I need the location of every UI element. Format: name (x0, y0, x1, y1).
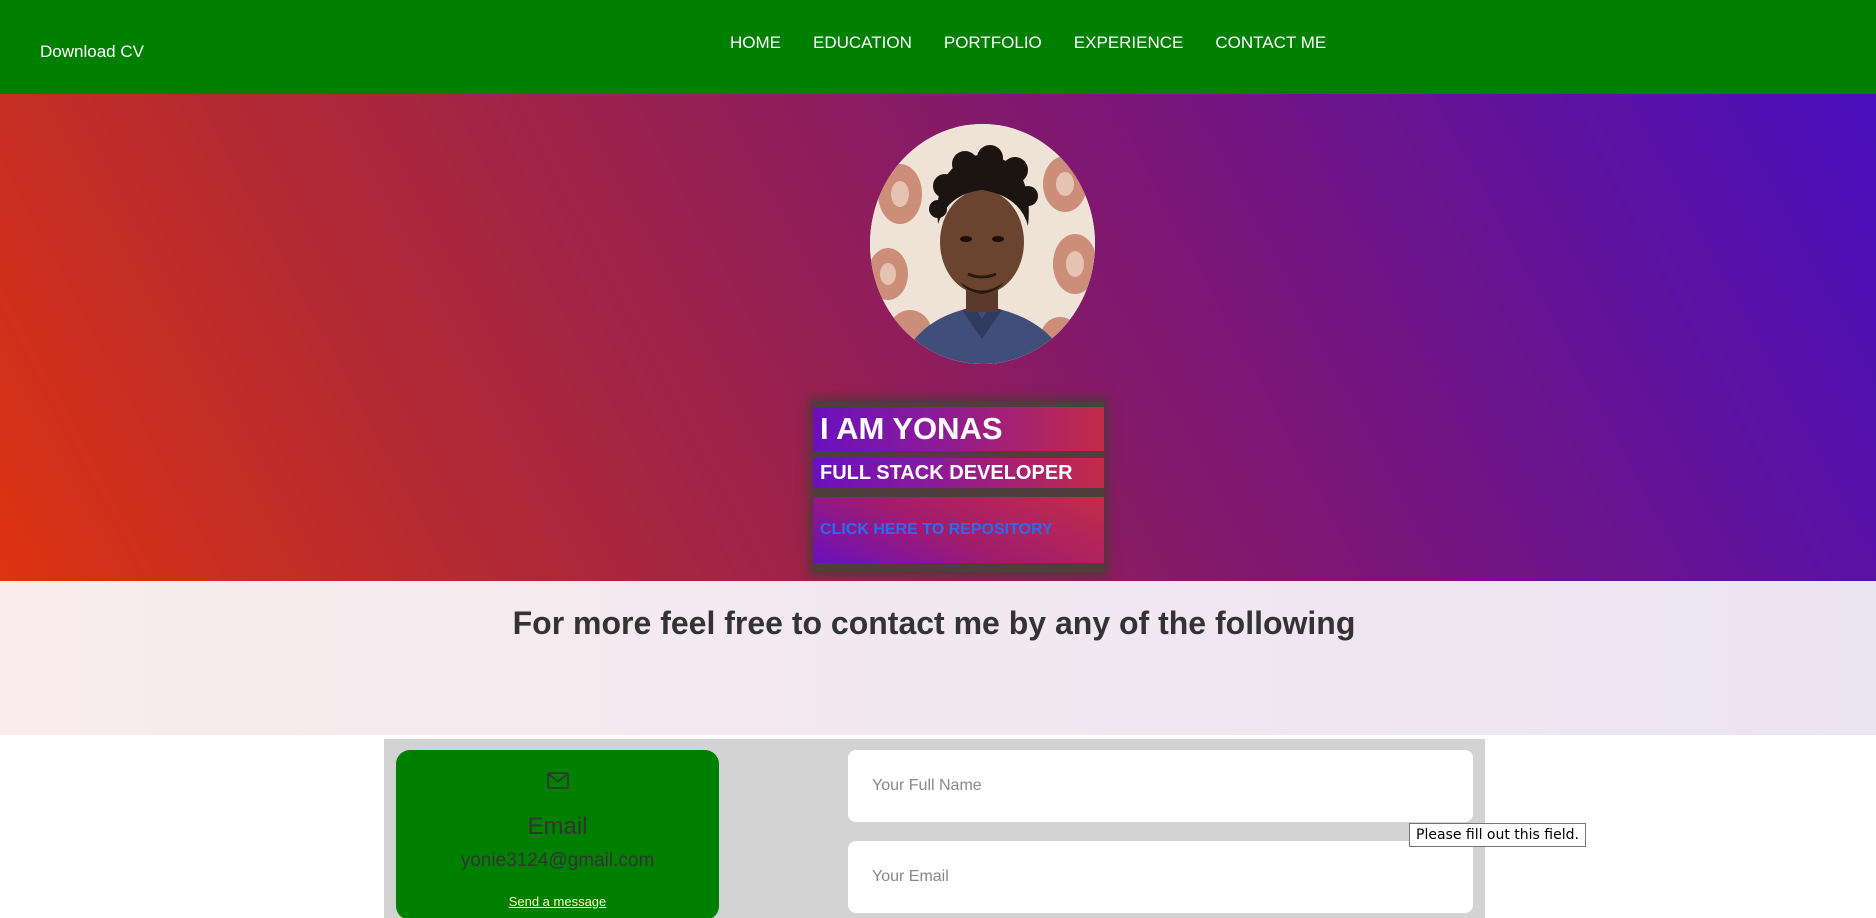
nav-education[interactable]: EDUCATION (813, 33, 912, 53)
nav-home[interactable]: HOME (730, 33, 781, 53)
nav-portfolio[interactable]: PORTFOLIO (944, 33, 1042, 53)
nav-contact-me[interactable]: CONTACT ME (1215, 33, 1326, 53)
email-address: yonie3124@gmail.com (460, 850, 655, 871)
top-navbar: Download CV HOME EDUCATION PORTFOLIO EXP… (0, 0, 1876, 94)
contact-heading: For more feel free to contact me by any … (512, 605, 1356, 641)
hero-section: I AM YONAS FULL STACK DEVELOPER CLICK HE… (0, 94, 1876, 581)
contact-section: Email yonie3124@gmail.com Send a message (384, 739, 1485, 918)
download-cv-link[interactable]: Download CV (40, 42, 144, 62)
intro-role: FULL STACK DEVELOPER (813, 458, 1104, 488)
repository-link[interactable]: CLICK HERE TO REPOSITORY (813, 497, 1104, 563)
contact-invite-band: For more feel free to contact me by any … (0, 581, 1876, 735)
profile-photo (870, 124, 1095, 364)
mail-icon (547, 772, 569, 789)
validation-tooltip: Please fill out this field. (1409, 823, 1586, 847)
intro-card: I AM YONAS FULL STACK DEVELOPER CLICK HE… (813, 402, 1104, 572)
send-message-link[interactable]: Send a message (396, 894, 719, 909)
full-name-input[interactable] (848, 750, 1473, 822)
email-card: Email yonie3124@gmail.com Send a message (396, 750, 719, 918)
intro-name: I AM YONAS (813, 407, 1104, 451)
main-nav: HOME EDUCATION PORTFOLIO EXPERIENCE CONT… (730, 33, 1358, 53)
profile-photo-illustration (870, 124, 1095, 364)
nav-experience[interactable]: EXPERIENCE (1074, 33, 1184, 53)
email-title: Email (527, 813, 588, 840)
email-input[interactable] (848, 841, 1473, 913)
